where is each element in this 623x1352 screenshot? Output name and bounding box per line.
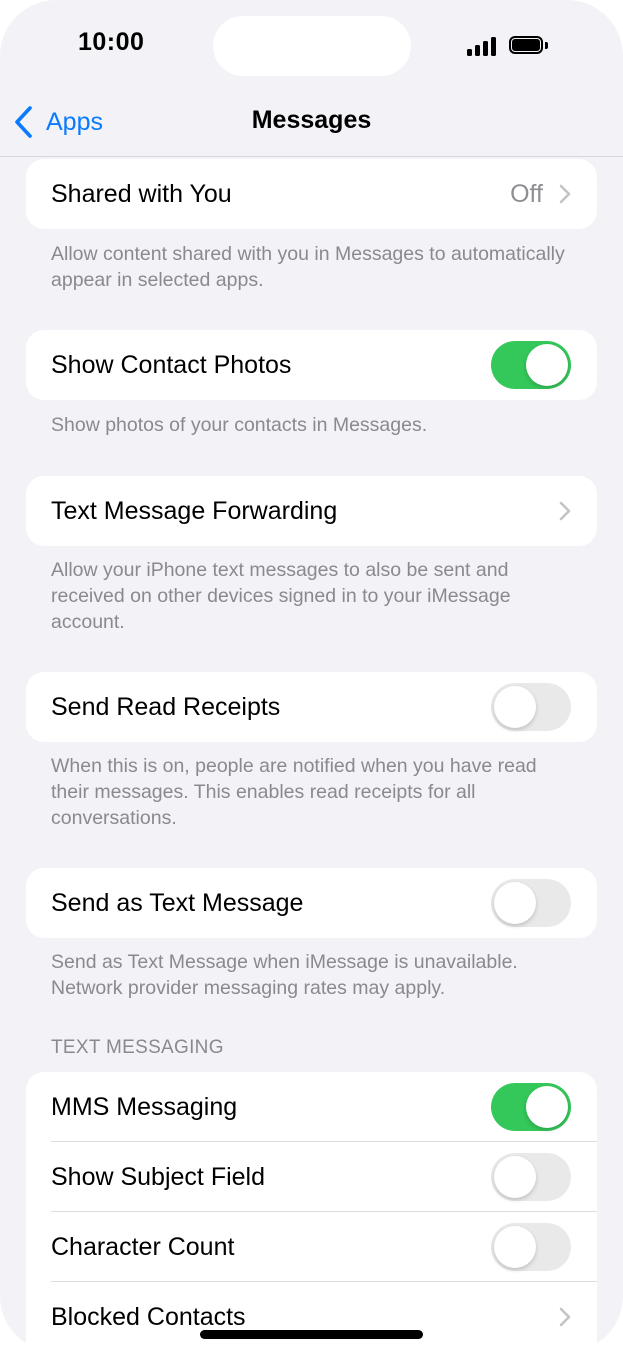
text-messaging-header: TEXT MESSAGING	[51, 1037, 224, 1058]
battery-icon	[509, 36, 551, 56]
send-read-receipts-row: Send Read Receipts	[26, 672, 597, 742]
show-contact-photos-label: Show Contact Photos	[51, 350, 292, 379]
character-count-row: Character Count	[26, 1212, 597, 1282]
send-as-text-message-group: Send as Text Message	[26, 868, 597, 938]
cellular-signal-icon	[467, 36, 497, 56]
send-as-text-message-label: Send as Text Message	[51, 888, 304, 917]
shared-with-you-group: Shared with You Off	[26, 159, 597, 229]
send-as-text-message-toggle[interactable]	[491, 879, 571, 927]
show-subject-field-toggle[interactable]	[491, 1153, 571, 1201]
show-contact-photos-footer: Show photos of your contacts in Messages…	[51, 414, 428, 436]
show-contact-photos-row: Show Contact Photos	[26, 330, 597, 400]
character-count-label: Character Count	[51, 1232, 235, 1261]
send-read-receipts-toggle[interactable]	[491, 683, 571, 731]
shared-with-you-value: Off	[510, 179, 543, 208]
show-contact-photos-toggle[interactable]	[491, 341, 571, 389]
text-message-forwarding-group: Text Message Forwarding	[26, 476, 597, 546]
send-read-receipts-label: Send Read Receipts	[51, 692, 281, 721]
send-as-text-message-row: Send as Text Message	[26, 868, 597, 938]
chevron-right-icon	[559, 184, 571, 204]
text-message-forwarding-label: Text Message Forwarding	[51, 496, 338, 525]
navigation-bar: Apps Messages	[0, 88, 623, 157]
shared-with-you-footer: Allow content shared with you in Message…	[51, 243, 565, 291]
character-count-toggle[interactable]	[491, 1223, 571, 1271]
mms-messaging-toggle[interactable]	[491, 1083, 571, 1131]
home-indicator[interactable]	[200, 1330, 423, 1339]
show-contact-photos-group: Show Contact Photos	[26, 330, 597, 400]
send-read-receipts-group: Send Read Receipts	[26, 672, 597, 742]
dynamic-island	[213, 16, 411, 76]
send-read-receipts-footer: When this is on, people are notified whe…	[51, 755, 537, 829]
send-as-text-message-footer: Send as Text Message when iMessage is un…	[51, 951, 518, 999]
status-time: 10:00	[78, 28, 145, 56]
show-subject-field-label: Show Subject Field	[51, 1162, 266, 1191]
shared-with-you-label: Shared with You	[51, 179, 232, 208]
text-message-forwarding-row[interactable]: Text Message Forwarding	[26, 476, 597, 546]
settings-screen: 10:00 Apps Messages Shared with You Off …	[0, 0, 623, 1352]
chevron-right-icon	[559, 501, 571, 521]
blocked-contacts-row[interactable]: Blocked Contacts	[26, 1282, 597, 1352]
show-subject-field-row: Show Subject Field	[26, 1142, 597, 1212]
mms-messaging-row: MMS Messaging	[26, 1072, 597, 1142]
text-messaging-group: MMS Messaging Show Subject Field Charact…	[26, 1072, 597, 1352]
page-title: Messages	[251, 106, 372, 134]
shared-with-you-row[interactable]: Shared with You Off	[26, 159, 597, 229]
chevron-right-icon	[559, 1307, 571, 1327]
text-message-forwarding-footer: Allow your iPhone text messages to also …	[51, 559, 511, 633]
blocked-contacts-label: Blocked Contacts	[51, 1302, 246, 1331]
mms-messaging-label: MMS Messaging	[51, 1092, 238, 1121]
